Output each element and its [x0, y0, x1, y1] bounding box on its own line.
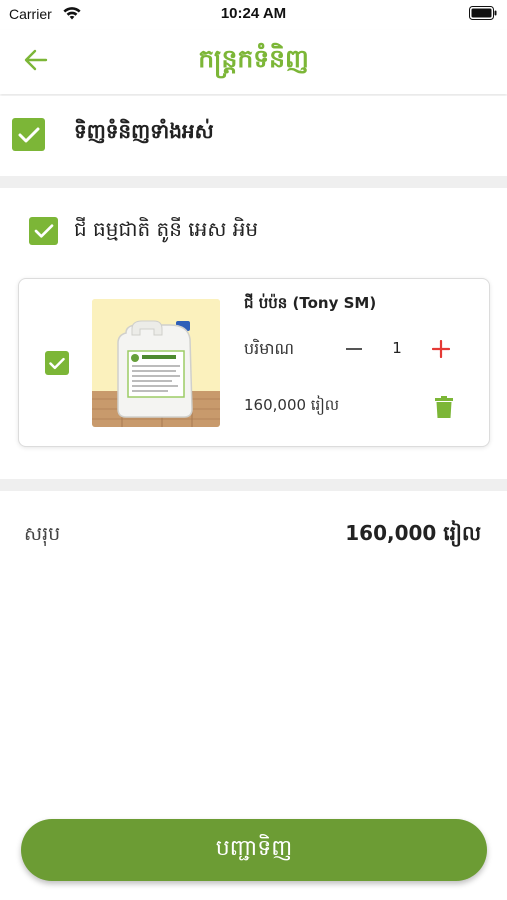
total-label: សរុប: [24, 523, 61, 545]
decrease-quantity-button[interactable]: [340, 336, 368, 362]
nav-bar: កន្ត្រកទំនិញ: [0, 30, 507, 94]
select-all-checkbox[interactable]: [12, 118, 45, 151]
product-image[interactable]: [92, 299, 220, 427]
shop-name: ជី ធម្មជាតិ តូនី អេស អិម: [74, 217, 259, 241]
battery-icon: [469, 6, 497, 20]
product-name: ជី ប់ប៉ន (Tony SM): [244, 294, 377, 312]
section-divider: [0, 176, 507, 188]
fertilizer-jug-icon: [92, 299, 220, 427]
total-value: 160,000 រៀល: [345, 521, 481, 545]
check-icon: [49, 357, 65, 369]
minus-icon: [346, 348, 362, 350]
section-divider: [0, 479, 507, 491]
plus-icon: [432, 340, 450, 358]
quantity-value: 1: [392, 339, 402, 357]
check-icon: [18, 127, 39, 142]
check-icon: [34, 224, 53, 238]
item-checkbox[interactable]: [45, 351, 69, 375]
select-all-label: ទិញទំនិញទាំងអស់: [74, 119, 214, 143]
item-price: 160,000 រៀល: [244, 396, 340, 414]
delete-item-button[interactable]: [432, 394, 456, 420]
order-button[interactable]: បញ្ជាទិញ: [21, 819, 487, 881]
shop-checkbox[interactable]: [29, 217, 58, 245]
quantity-label: បរិមាណ: [244, 339, 294, 358]
page-title: កន្ត្រកទំនិញ: [198, 44, 309, 73]
status-bar: Carrier 10:24 AM: [0, 0, 507, 30]
trash-icon: [435, 396, 453, 418]
status-time: 10:24 AM: [220, 5, 287, 22]
increase-quantity-button[interactable]: [427, 335, 455, 363]
